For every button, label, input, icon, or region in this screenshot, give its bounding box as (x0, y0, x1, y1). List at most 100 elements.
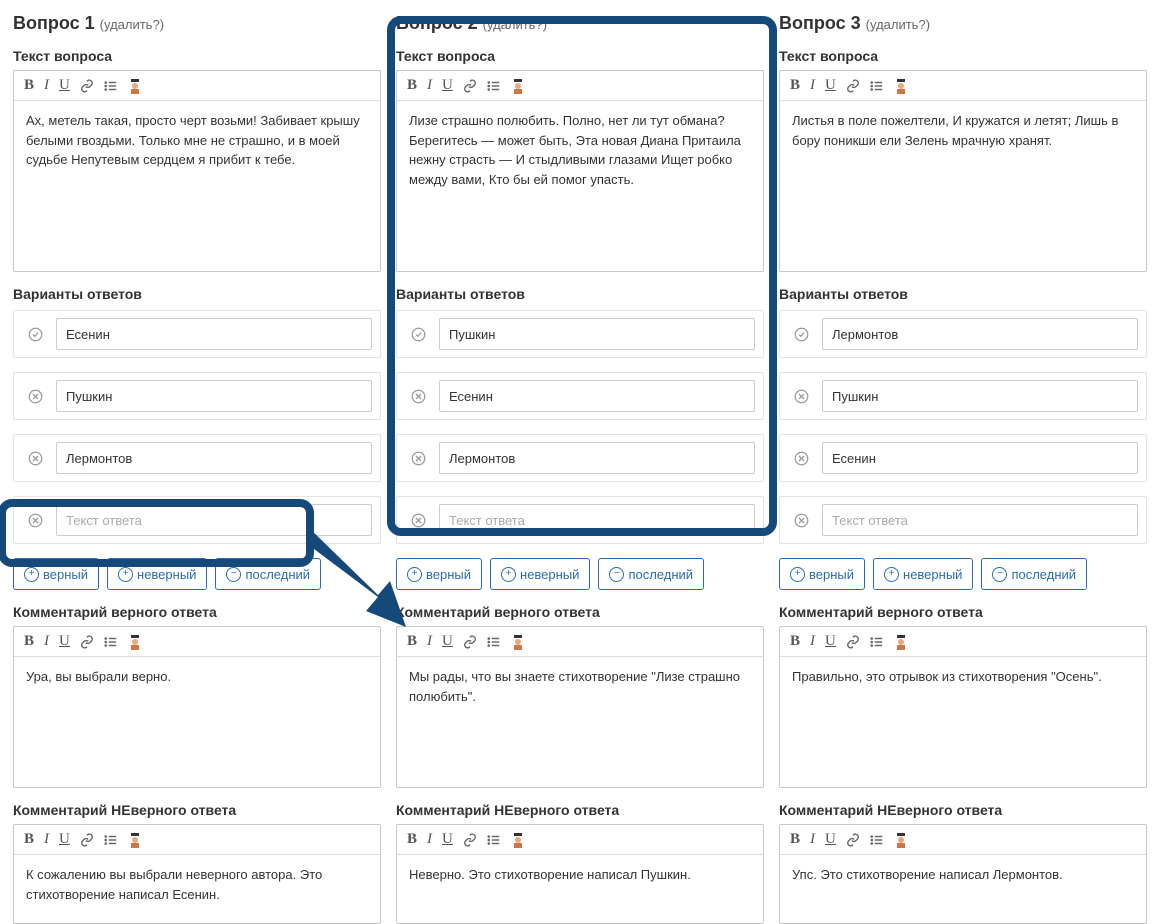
avatar-icon[interactable] (128, 79, 142, 93)
underline-button[interactable]: U (825, 831, 836, 848)
bold-button[interactable]: B (407, 77, 417, 94)
comment-incorrect-body[interactable]: Неверно. Это стихотворение написал Пушки… (397, 855, 763, 923)
answer-input[interactable]: Лермонтов (439, 442, 755, 474)
list-icon[interactable] (870, 79, 884, 93)
delete-link[interactable]: (удалить?) (483, 17, 547, 32)
comment-incorrect-body[interactable]: Упс. Это стихотворение написал Лермонтов… (780, 855, 1146, 923)
underline-button[interactable]: U (442, 77, 453, 94)
answer-input[interactable]: Лермонтов (56, 442, 372, 474)
add-correct-button[interactable]: +верный (396, 558, 482, 590)
x-circle-icon[interactable] (14, 389, 56, 404)
avatar-icon[interactable] (128, 833, 142, 847)
remove-last-button[interactable]: −последний (981, 558, 1087, 590)
x-circle-icon[interactable] (397, 451, 439, 466)
bold-button[interactable]: B (24, 633, 34, 650)
list-icon[interactable] (104, 79, 118, 93)
answer-input[interactable]: Пушкин (56, 380, 372, 412)
list-icon[interactable] (870, 833, 884, 847)
answer-input[interactable]: Есенин (822, 442, 1138, 474)
answer-input[interactable]: Текст ответа (439, 504, 755, 536)
bold-button[interactable]: B (407, 633, 417, 650)
remove-last-button[interactable]: −последний (598, 558, 704, 590)
x-circle-icon[interactable] (780, 451, 822, 466)
x-circle-icon[interactable] (397, 389, 439, 404)
bold-button[interactable]: B (790, 77, 800, 94)
add-incorrect-button[interactable]: +неверный (873, 558, 973, 590)
add-incorrect-button[interactable]: +неверный (107, 558, 207, 590)
add-correct-button[interactable]: +верный (779, 558, 865, 590)
answer-input[interactable]: Пушкин (822, 380, 1138, 412)
link-icon[interactable] (463, 833, 477, 847)
bold-button[interactable]: B (407, 831, 417, 848)
x-circle-icon[interactable] (780, 513, 822, 528)
check-circle-icon[interactable] (14, 327, 56, 342)
answer-input[interactable]: Есенин (439, 380, 755, 412)
list-icon[interactable] (104, 833, 118, 847)
link-icon[interactable] (846, 79, 860, 93)
underline-button[interactable]: U (825, 77, 836, 94)
italic-button[interactable]: I (427, 633, 432, 650)
list-icon[interactable] (487, 833, 501, 847)
answer-input[interactable]: Есенин (56, 318, 372, 350)
delete-link[interactable]: (удалить?) (100, 17, 164, 32)
link-icon[interactable] (846, 635, 860, 649)
italic-button[interactable]: I (44, 633, 49, 650)
comment-correct-body[interactable]: Мы рады, что вы знаете стихотворение "Ли… (397, 657, 763, 787)
avatar-icon[interactable] (511, 833, 525, 847)
list-icon[interactable] (487, 635, 501, 649)
avatar-icon[interactable] (511, 635, 525, 649)
remove-last-button[interactable]: −последний (215, 558, 321, 590)
avatar-icon[interactable] (128, 635, 142, 649)
avatar-icon[interactable] (894, 833, 908, 847)
italic-button[interactable]: I (810, 77, 815, 94)
bold-button[interactable]: B (24, 77, 34, 94)
answer-input[interactable]: Пушкин (439, 318, 755, 350)
question-body[interactable]: Ах, метель такая, просто черт возьми! За… (14, 101, 380, 271)
answer-input[interactable]: Текст ответа (56, 504, 372, 536)
link-icon[interactable] (80, 79, 94, 93)
question-editor: B I U Ах, метель такая, просто черт возь… (13, 70, 381, 272)
x-circle-icon[interactable] (14, 513, 56, 528)
add-correct-button[interactable]: +верный (13, 558, 99, 590)
answer-input[interactable]: Лермонтов (822, 318, 1138, 350)
bold-button[interactable]: B (790, 831, 800, 848)
avatar-icon[interactable] (511, 79, 525, 93)
answer-input[interactable]: Текст ответа (822, 504, 1138, 536)
bold-button[interactable]: B (24, 831, 34, 848)
underline-button[interactable]: U (59, 77, 70, 94)
italic-button[interactable]: I (44, 77, 49, 94)
check-circle-icon[interactable] (397, 327, 439, 342)
delete-link[interactable]: (удалить?) (866, 17, 930, 32)
bold-button[interactable]: B (790, 633, 800, 650)
list-icon[interactable] (104, 635, 118, 649)
italic-button[interactable]: I (427, 831, 432, 848)
x-circle-icon[interactable] (14, 451, 56, 466)
italic-button[interactable]: I (810, 633, 815, 650)
underline-button[interactable]: U (59, 831, 70, 848)
check-circle-icon[interactable] (780, 327, 822, 342)
list-icon[interactable] (870, 635, 884, 649)
link-icon[interactable] (846, 833, 860, 847)
underline-button[interactable]: U (825, 633, 836, 650)
list-icon[interactable] (487, 79, 501, 93)
italic-button[interactable]: I (44, 831, 49, 848)
underline-button[interactable]: U (442, 633, 453, 650)
link-icon[interactable] (463, 635, 477, 649)
underline-button[interactable]: U (59, 633, 70, 650)
underline-button[interactable]: U (442, 831, 453, 848)
link-icon[interactable] (80, 635, 94, 649)
add-incorrect-button[interactable]: +неверный (490, 558, 590, 590)
comment-correct-body[interactable]: Ура, вы выбрали верно. (14, 657, 380, 787)
comment-correct-body[interactable]: Правильно, это отрывок из стихотворения … (780, 657, 1146, 787)
question-body[interactable]: Листья в поле пожелтели, И кружатся и ле… (780, 101, 1146, 271)
avatar-icon[interactable] (894, 79, 908, 93)
link-icon[interactable] (463, 79, 477, 93)
question-body[interactable]: Лизе страшно полюбить. Полно, нет ли тут… (397, 101, 763, 271)
x-circle-icon[interactable] (780, 389, 822, 404)
italic-button[interactable]: I (810, 831, 815, 848)
comment-incorrect-body[interactable]: К сожалению вы выбрали неверного автора.… (14, 855, 380, 923)
x-circle-icon[interactable] (397, 513, 439, 528)
italic-button[interactable]: I (427, 77, 432, 94)
link-icon[interactable] (80, 833, 94, 847)
avatar-icon[interactable] (894, 635, 908, 649)
